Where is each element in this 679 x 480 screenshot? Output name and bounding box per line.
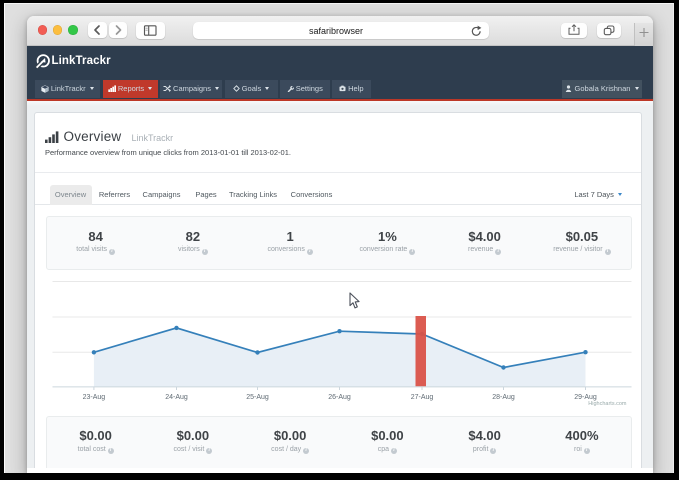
svg-text:27-Aug: 27-Aug (410, 394, 433, 401)
svg-text:24-Aug: 24-Aug (165, 394, 188, 401)
svg-text:23-Aug: 23-Aug (82, 394, 105, 401)
svg-text:29-Aug: 29-Aug (574, 394, 597, 401)
svg-text:25-Aug: 25-Aug (246, 394, 269, 401)
svg-text:28-Aug: 28-Aug (492, 394, 515, 401)
svg-text:26-Aug: 26-Aug (328, 394, 351, 401)
svg-text:Highcharts.com: Highcharts.com (588, 401, 627, 407)
